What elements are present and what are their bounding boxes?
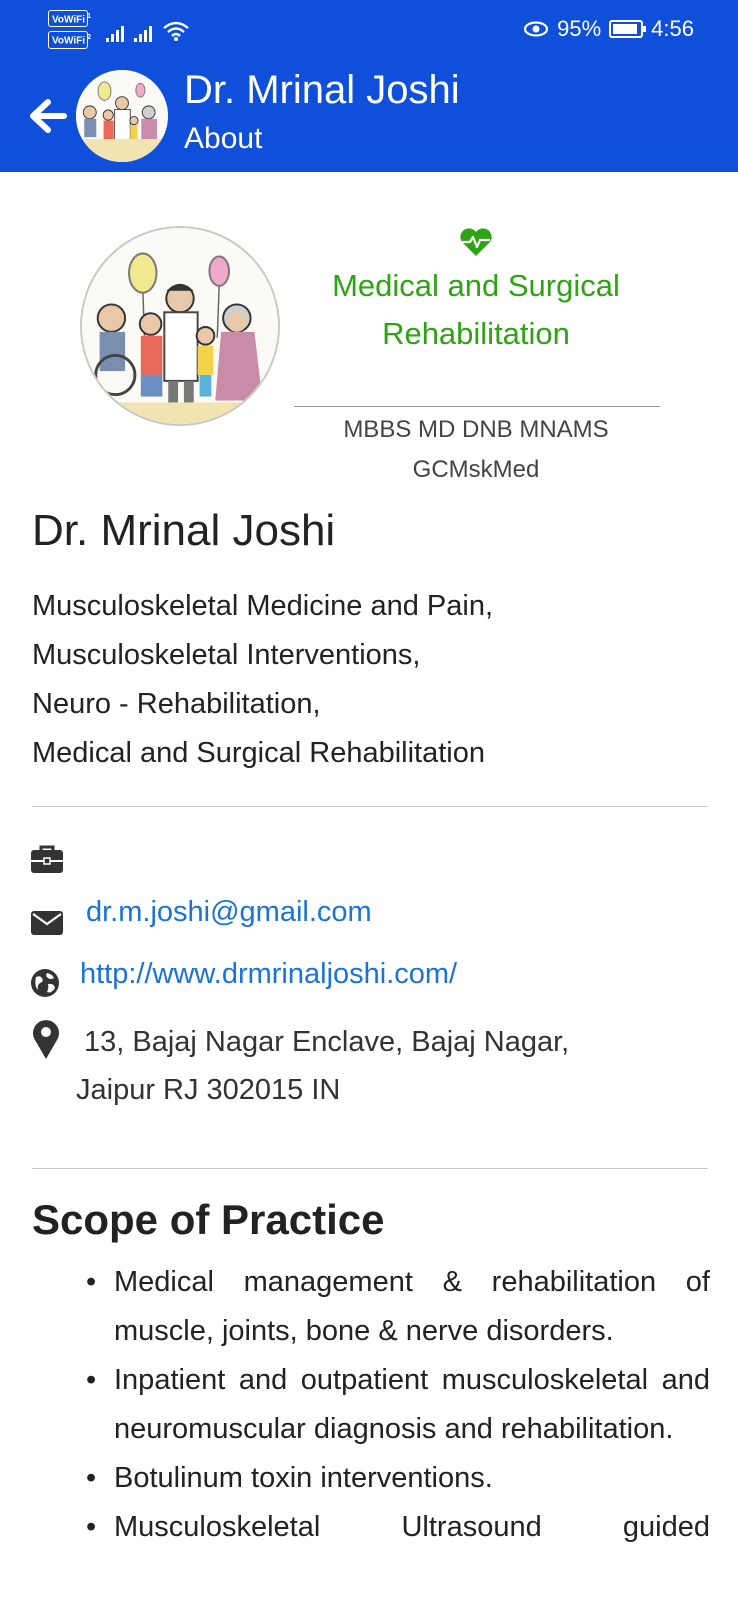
avatar[interactable] (76, 70, 168, 162)
envelope-icon (31, 911, 63, 935)
battery-icon (609, 20, 647, 38)
specialty-item: Musculoskeletal Medicine and Pain, (32, 590, 494, 622)
section-divider (32, 806, 708, 807)
section-divider (32, 1168, 708, 1169)
degrees: MBBS MD DNB MNAMS GCMskMed (343, 416, 609, 483)
address[interactable]: 13, Bajaj Nagar Enclave, Bajaj Nagar, Ja… (76, 1018, 569, 1114)
heart-pulse-icon (460, 228, 492, 256)
page-title: Dr. Mrinal Joshi (184, 68, 460, 112)
clock: 4:56 (651, 16, 694, 41)
vowifi-2-badge: VoWiFi 2 (48, 31, 91, 49)
list-item: Medical management & rehabilitation of m… (86, 1258, 710, 1356)
status-bar: VoWiFi 1 VoWiFi 2 95% 4:56 (0, 0, 738, 60)
specialty-item: Medical and Surgical Rehabilitation (32, 737, 485, 769)
briefcase-icon (31, 845, 63, 873)
map-pin-icon (33, 1020, 59, 1059)
wifi-icon (163, 21, 189, 41)
battery-percent: 95% (557, 16, 602, 41)
scope-list: Medical management & rehabilitation of m… (86, 1258, 710, 1552)
specialties: Musculoskeletal Medicine and Pain, Muscu… (32, 582, 493, 778)
status-right: 95% 4:56 (523, 16, 694, 42)
specialty-item: Musculoskeletal Interventions, (32, 639, 421, 671)
back-arrow-icon[interactable] (28, 98, 68, 134)
list-item: Musculoskeletal Ultrasound guided (86, 1503, 710, 1552)
website-link[interactable]: http://www.drmrinaljoshi.com/ (80, 958, 457, 991)
globe-icon (31, 969, 59, 997)
eye-icon (524, 21, 549, 37)
list-item: Botulinum toxin interventions. (86, 1454, 710, 1503)
clinic-tagline: Medical and Surgical Rehabilitation (332, 268, 620, 351)
clinic-logo (80, 226, 280, 426)
signal-group (106, 20, 190, 42)
doctor-name: Dr. Mrinal Joshi (32, 506, 336, 555)
app-bar: Dr. Mrinal Joshi About (0, 60, 738, 172)
vowifi-indicators: VoWiFi 1 VoWiFi 2 (48, 10, 91, 53)
page-subtitle: About (184, 122, 263, 155)
list-item: Inpatient and outpatient musculoskeletal… (86, 1356, 710, 1454)
tagline-divider (294, 406, 660, 407)
vowifi-1-badge: VoWiFi 1 (48, 10, 91, 28)
specialty-item: Neuro - Rehabilitation, (32, 688, 321, 720)
signal-icon (106, 26, 124, 42)
signal-icon (134, 26, 152, 42)
scope-heading: Scope of Practice (32, 1196, 385, 1243)
email-link[interactable]: dr.m.joshi@gmail.com (86, 896, 372, 929)
